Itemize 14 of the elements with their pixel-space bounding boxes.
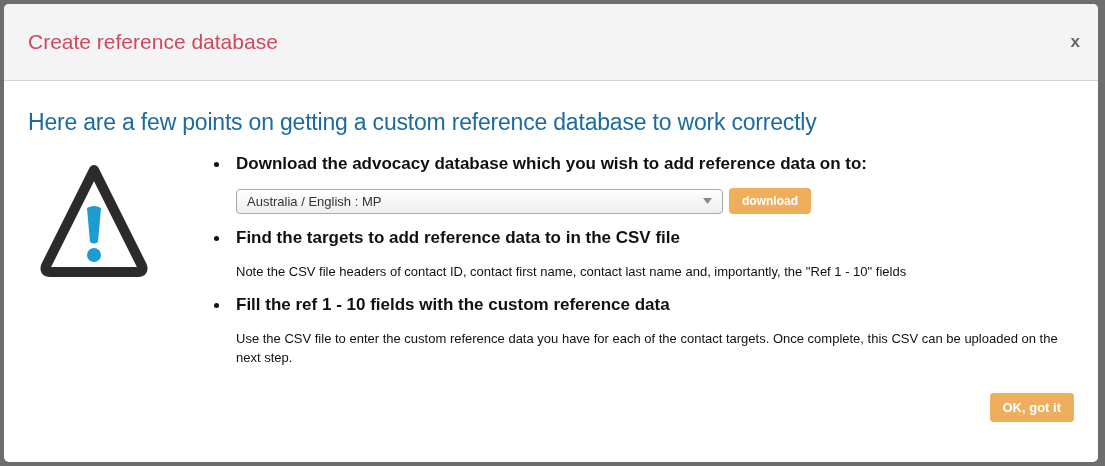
step-title: Fill the ref 1 - 10 fields with the custom reference data: [236, 295, 670, 315]
dialog-title: Create reference database: [28, 30, 278, 54]
bullet-dot: [214, 235, 219, 241]
step-note: Use the CSV file to enter the custom reference data you have for each of the contact targets. Once complete, this CSV can be uploaded on the next step.: [235, 330, 1059, 367]
step-note: Note the CSV file headers of contact ID, contact first name, contact last name and, importantly, the "Ref 1 - 10" fields: [235, 263, 908, 281]
bullet-dot: [214, 161, 219, 167]
step-title: Find the targets to add reference data to in the CSV file: [236, 228, 680, 248]
database-select[interactable]: Australia / English : MP: [236, 188, 723, 214]
step-title: Download the advocacy database which you wish to add reference data on to:: [236, 154, 868, 174]
instructions-heading: Here are a few points on getting a custom reference database to work correctly: [28, 109, 818, 136]
bullet-dot: [214, 302, 219, 308]
caret-icon: [703, 198, 712, 204]
warning-icon: [38, 162, 150, 280]
close-button[interactable]: x: [1070, 32, 1080, 52]
